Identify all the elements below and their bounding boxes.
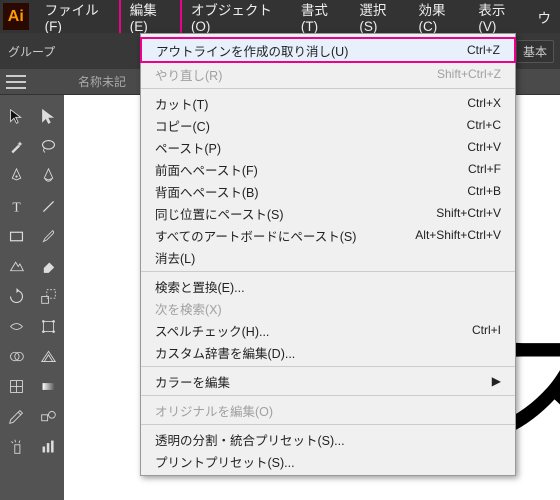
curvature-tool[interactable] xyxy=(32,161,64,191)
style-basic-button[interactable]: 基本 xyxy=(516,40,554,63)
line-segment-tool[interactable] xyxy=(32,191,64,221)
document-tab[interactable]: 名称未記 xyxy=(78,73,126,90)
paintbrush-tool[interactable] xyxy=(32,221,64,251)
menu-print-preset[interactable]: プリントプリセット(S)... xyxy=(141,450,515,472)
lasso-tool[interactable] xyxy=(32,131,64,161)
menu-clear[interactable]: 消去(L) xyxy=(141,246,515,268)
menu-edit-colors[interactable]: カラーを編集▶ xyxy=(141,370,515,392)
tool-palette: T xyxy=(0,95,64,500)
submenu-arrow-icon: ▶ xyxy=(492,374,501,388)
menu-spell-check[interactable]: スペルチェック(H)...Ctrl+I xyxy=(141,319,515,341)
selection-tool[interactable] xyxy=(0,101,32,131)
pen-tool[interactable] xyxy=(0,161,32,191)
free-transform-tool[interactable] xyxy=(32,311,64,341)
menu-paste-back[interactable]: 背面へペースト(B)Ctrl+B xyxy=(141,180,515,202)
menu-window[interactable]: ウ xyxy=(528,1,560,33)
rectangle-tool[interactable] xyxy=(0,221,32,251)
menu-paste-in-place[interactable]: 同じ位置にペースト(S)Shift+Ctrl+V xyxy=(141,202,515,224)
menu-find-next[interactable]: 次を検索(X) xyxy=(141,297,515,319)
menu-custom-dictionary[interactable]: カスタム辞書を編集(D)... xyxy=(141,341,515,363)
menu-separator xyxy=(141,88,515,89)
column-graph-tool[interactable] xyxy=(32,431,64,461)
eyedropper-tool[interactable] xyxy=(0,401,32,431)
symbol-sprayer-tool[interactable] xyxy=(0,431,32,461)
menu-undo[interactable]: アウトラインを作成の取り消し(U)Ctrl+Z xyxy=(140,37,516,63)
perspective-grid-tool[interactable] xyxy=(32,341,64,371)
menu-paste[interactable]: ペースト(P)Ctrl+V xyxy=(141,136,515,158)
magic-wand-tool[interactable] xyxy=(0,131,32,161)
menu-paste-all-artboards[interactable]: すべてのアートボードにペースト(S)Alt+Shift+Ctrl+V xyxy=(141,224,515,246)
menu-find-replace[interactable]: 検索と置換(E)... xyxy=(141,275,515,297)
menubar: Ai ファイル(F) 編集(E) オブジェクト(O) 書式(T) 選択(S) 効… xyxy=(0,0,560,33)
menu-separator xyxy=(141,424,515,425)
menu-separator xyxy=(141,395,515,396)
menu-separator xyxy=(141,271,515,272)
scale-tool[interactable] xyxy=(32,281,64,311)
menu-paste-front[interactable]: 前面へペースト(F)Ctrl+F xyxy=(141,158,515,180)
edit-menu-dropdown: アウトラインを作成の取り消し(U)Ctrl+Z やり直し(R)Shift+Ctr… xyxy=(140,33,516,476)
shape-builder-tool[interactable] xyxy=(0,341,32,371)
type-tool[interactable]: T xyxy=(0,191,32,221)
menu-redo[interactable]: やり直し(R)Shift+Ctrl+Z xyxy=(141,63,515,85)
menu-transparency-flatten-preset[interactable]: 透明の分割・統合プリセット(S)... xyxy=(141,428,515,450)
menu-cut[interactable]: カット(T)Ctrl+X xyxy=(141,92,515,114)
width-tool[interactable] xyxy=(0,311,32,341)
menu-copy[interactable]: コピー(C)Ctrl+C xyxy=(141,114,515,136)
panel-menu-icon[interactable] xyxy=(6,75,26,89)
blend-tool[interactable] xyxy=(32,401,64,431)
direct-selection-tool[interactable] xyxy=(32,101,64,131)
mesh-tool[interactable] xyxy=(0,371,32,401)
eraser-tool[interactable] xyxy=(32,251,64,281)
rotate-tool[interactable] xyxy=(0,281,32,311)
app-logo: Ai xyxy=(3,3,29,30)
menu-separator xyxy=(141,366,515,367)
selection-kind-label: グループ xyxy=(8,43,55,60)
gradient-tool[interactable] xyxy=(32,371,64,401)
svg-text:T: T xyxy=(12,199,21,214)
shaper-tool[interactable] xyxy=(0,251,32,281)
menu-edit-original[interactable]: オリジナルを編集(O) xyxy=(141,399,515,421)
